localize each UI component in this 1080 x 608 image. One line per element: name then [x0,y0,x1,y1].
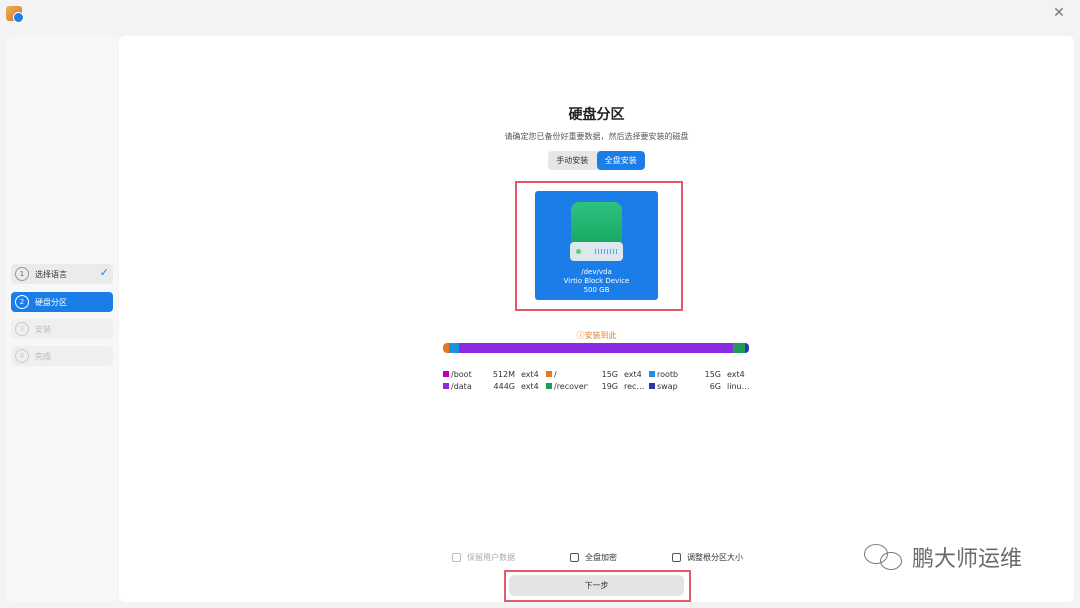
close-icon[interactable]: ✕ [1050,4,1068,22]
partition-size: 19G [601,381,618,391]
partition-filesystem: ext4 [521,381,539,391]
checkmark-icon: ✓ [99,266,109,279]
option-label: 调整根分区大小 [687,553,743,562]
hard-drive-icon [570,202,623,261]
partition-name: / [554,369,557,379]
step-finish: 4 完成 [11,346,113,366]
partition-segment [458,343,733,353]
step-disk-partition[interactable]: 2 硬盘分区 [11,292,113,312]
full-disk-encryption-option[interactable]: 全盘加密 [570,552,617,563]
step-number: 2 [15,295,29,309]
legend-item: /recovery 19G rec… [546,382,649,391]
legend-item: rootb 15G ext4 [649,370,752,379]
legend-item: swap 6G linu… [649,382,752,391]
step-number: 4 [15,349,29,363]
legend-swatch [546,383,552,389]
legend-item: /data 444G ext4 [443,382,546,391]
legend-item: / 15G ext4 [546,370,649,379]
partition-size: 15G [704,369,721,379]
option-label: 保留用户数据 [467,553,515,562]
step-label: 硬盘分区 [35,297,67,307]
step-label: 安装 [35,324,51,334]
option-label: 全盘加密 [585,553,617,562]
app-icon [6,6,24,23]
legend-row: /data 444G ext4/recovery 19G rec… swap 6G linu… [443,380,753,392]
resize-root-option[interactable]: 调整根分区大小 [672,552,743,563]
watermark-text: 鹏大师运维 [912,547,1023,572]
next-button[interactable]: 下一步 [509,575,684,596]
tab-full-disk-install[interactable]: 全盘安装 [596,151,645,170]
partition-filesystem: ext4 [521,369,539,379]
step-label: 完成 [35,351,51,361]
partition-filesystem: rec… [624,381,645,391]
keep-user-data-option: 保留用户数据 [452,552,515,563]
partition-legend: /boot 512M ext4 / 15G ext4 rootb 15G ext4/data 44… [443,368,753,392]
step-select-language[interactable]: 1 选择语言 ✓ [11,264,113,284]
step-label: 选择语言 [35,269,67,279]
partition-segment [449,343,459,353]
partition-size: 512M [492,369,515,379]
partition-bar [443,343,749,353]
tab-manual-install[interactable]: 手动安装 [548,151,597,170]
install-target-label: ⓘ安装到此 [576,331,617,340]
legend-swatch [443,383,449,389]
disk-path: /dev/vda [581,268,612,276]
step-number: 1 [15,267,29,281]
partition-filesystem: linu… [727,381,750,391]
step-install: 3 安装 [11,319,113,339]
title-bar: ✕ [0,0,1080,28]
partition-name: /data [451,381,472,391]
partition-size: 6G [709,381,721,391]
checkbox[interactable] [570,553,579,562]
page-title: 硬盘分区 [568,107,625,123]
partition-size: 444G [493,381,515,391]
disk-card[interactable]: /dev/vda Virtio Block Device 500 GB [535,191,658,300]
partition-segment [732,343,746,353]
partition-name: /boot [451,369,472,379]
disk-model: Virtio Block Device [563,277,630,285]
partition-name: /recovery [554,381,588,391]
checkbox [452,553,461,562]
partition-size: 15G [601,369,618,379]
legend-swatch [546,371,552,377]
legend-swatch [649,383,655,389]
partition-segment [745,343,749,353]
page-subtitle: 请确定您已备份好重要数据，然后选择要安装的磁盘 [504,132,689,141]
legend-row: /boot 512M ext4 / 15G ext4 rootb 15G ext4 [443,368,753,380]
partition-name: swap [657,381,678,391]
install-mode-switch: 手动安装 全盘安装 [548,151,645,170]
legend-swatch [649,371,655,377]
partition-name: rootb [657,369,679,379]
main-panel: 硬盘分区 请确定您已备份好重要数据，然后选择要安装的磁盘 手动安装 全盘安装 /… [119,36,1074,602]
step-number: 3 [15,322,29,336]
watermark: 鹏大师运维 [862,541,1022,573]
partition-filesystem: ext4 [624,369,642,379]
step-sidebar: 1 选择语言 ✓ 2 硬盘分区 3 安装 4 完成 [6,36,118,602]
disk-size: 500 GB [583,286,610,294]
checkbox[interactable] [672,553,681,562]
partition-filesystem: ext4 [727,369,745,379]
legend-item: /boot 512M ext4 [443,370,546,379]
legend-swatch [443,371,449,377]
wechat-icon [862,542,906,572]
